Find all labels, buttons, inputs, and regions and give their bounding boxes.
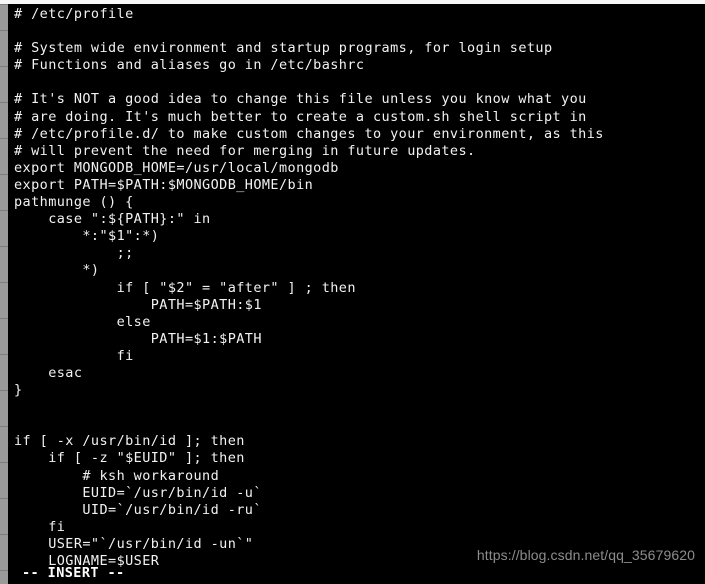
gutter-rule [0,246,8,247]
gutter-rule [0,354,8,355]
gutter-rule [0,4,8,5]
gutter-rule [0,498,8,499]
code-line: # /etc/profile.d/ to make custom changes… [14,125,604,142]
code-line: # will prevent the need for merging in f… [14,142,476,159]
code-line: export MONGODB_HOME=/usr/local/mongodb [14,159,339,176]
code-line: # System wide environment and startup pr… [14,40,553,57]
code-line: ;; [14,245,134,262]
gutter-rule [0,462,8,463]
code-line: fi [14,518,66,535]
gutter-rule [0,390,8,391]
gutter-rule [0,570,8,571]
code-line: } [14,382,23,399]
code-line: # are doing. It's much better to create … [14,108,587,125]
code-line: # Functions and aliases go in /etc/bashr… [14,57,365,74]
gutter-rule [0,174,8,175]
code-line: case ":${PATH}:" in [14,211,211,228]
gutter-rule [0,534,8,535]
gutter-rule [0,138,8,139]
code-line: PATH=$PATH:$1 [14,296,262,313]
gutter-rule [0,282,8,283]
csdn-watermark: https://blog.csdn.net/qq_35679620 [476,547,695,563]
code-line: PATH=$1:$PATH [14,330,262,347]
code-line: if [ -x /usr/bin/id ]; then [14,433,245,450]
code-line: # /etc/profile [14,6,134,22]
code-line: if [ -z "$EUID" ]; then [14,450,245,467]
code-line: fi [14,347,134,364]
vim-status-line: -- INSERT -- [22,565,125,581]
gutter-rule [0,30,8,31]
gutter-rule [0,426,8,427]
gutter-rule [0,102,8,103]
file-contents[interactable]: # /etc/profile # System wide environment … [14,6,604,570]
code-line: *) [14,262,100,279]
vim-terminal-screenshot: # /etc/profile # System wide environment … [0,0,705,584]
gutter-rule [0,66,8,67]
page-left-gutter [0,4,8,584]
gutter-rule [0,318,8,319]
terminal-buffer-area[interactable]: # /etc/profile # System wide environment … [8,4,705,584]
gutter-rule [0,210,8,211]
code-line: export PATH=$PATH:$MONGODB_HOME/bin [14,176,314,193]
code-line: # It's NOT a good idea to change this fi… [14,91,587,108]
code-line: esac [14,364,83,381]
code-line: *:"$1":*) [14,228,160,245]
code-line: if [ "$2" = "after" ] ; then [14,279,356,296]
code-line: # ksh workaround [14,467,220,484]
code-line: pathmunge () { [14,194,134,211]
code-line: else [14,313,151,330]
code-line: UID=`/usr/bin/id -ru` [14,501,262,518]
code-line: EUID=`/usr/bin/id -u` [14,484,262,501]
